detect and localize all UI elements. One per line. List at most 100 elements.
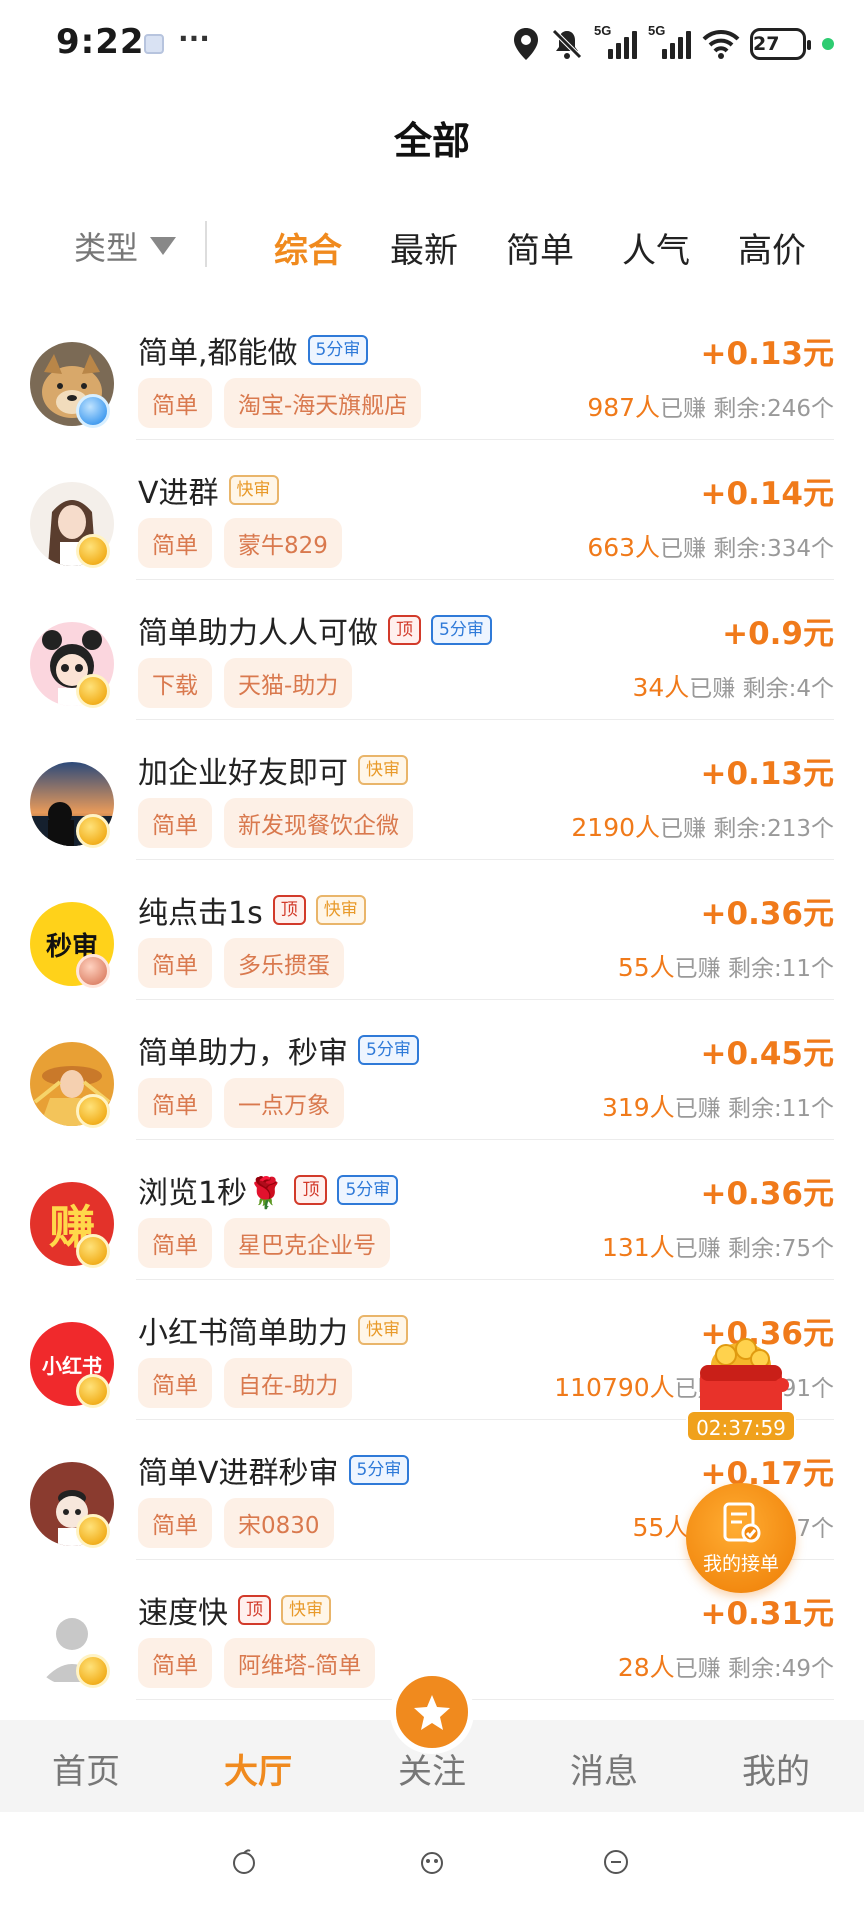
earned-label: 已赚 xyxy=(689,676,736,702)
task-chip: 简单 xyxy=(138,1218,212,1268)
wifi-icon xyxy=(702,29,740,59)
task-reward: +0.31元 xyxy=(700,1596,834,1632)
review-tag: 5分审 xyxy=(358,1035,419,1065)
task-chip: 简单 xyxy=(138,1358,212,1408)
level-badge-icon xyxy=(76,814,110,848)
task-chip: 简单 xyxy=(138,518,212,568)
type-filter-dropdown[interactable]: 类型 xyxy=(74,223,177,269)
nav-hall[interactable]: 大厅 xyxy=(198,1744,318,1793)
task-chips: 简单 多乐掼蛋 xyxy=(138,938,344,988)
task-chip: 简单 xyxy=(138,798,212,848)
task-title-line: 浏览1秒🌹 顶 5分审 xyxy=(138,1168,399,1212)
nav-home[interactable]: 首页 xyxy=(26,1744,146,1793)
task-title: 小红书简单助力 xyxy=(138,1316,348,1351)
sort-tab-simple[interactable]: 简单 xyxy=(506,223,574,272)
task-title-line: V进群 快审 xyxy=(138,468,279,512)
task-stats: 131人已赚 剩余:75个 xyxy=(602,1228,834,1264)
remaining-count: 剩余:49个 xyxy=(727,1656,834,1682)
level-badge-icon xyxy=(76,1234,110,1268)
system-back-icon[interactable] xyxy=(602,1848,630,1876)
task-title-line: 简单助力人人可做顶 5分审 xyxy=(138,608,492,652)
task-chips: 简单 淘宝-海天旗舰店 xyxy=(138,378,422,428)
nav-mine[interactable]: 我的 xyxy=(716,1744,836,1793)
task-row[interactable]: 简单助力人人可做顶 5分审 +0.9元 下载 天猫-助力 34人已赚 剩余:4个 xyxy=(0,580,864,720)
level-badge-icon xyxy=(76,954,110,988)
task-title: 纯点击1s xyxy=(138,896,263,931)
earned-label: 已赚 xyxy=(674,1096,721,1122)
my-orders-label: 我的接单 xyxy=(702,1553,779,1575)
signal-5g-icon: 5G xyxy=(594,23,638,61)
task-chip: 天猫-助力 xyxy=(224,658,353,708)
task-title: 浏览1秒🌹 xyxy=(138,1176,285,1211)
countdown-timer: 02:37:59 xyxy=(686,1410,796,1442)
earned-label: 已赚 xyxy=(674,1236,721,1262)
earned-label: 已赚 xyxy=(674,1656,721,1682)
remaining-count: 剩余:246个 xyxy=(713,396,834,422)
triangle-down-icon xyxy=(150,237,177,255)
task-reward: +0.13元 xyxy=(700,756,834,792)
review-tag: 快审 xyxy=(281,1595,331,1625)
earned-count: 663人 xyxy=(587,533,661,562)
signal-5g-icon: 5G xyxy=(648,23,692,61)
review-tag: 5分审 xyxy=(348,1455,410,1485)
task-stats: 2190人已赚 剩余:213个 xyxy=(571,808,834,844)
task-stats: 34人已赚 剩余:4个 xyxy=(632,668,834,704)
level-badge-icon xyxy=(76,1654,110,1688)
divider xyxy=(205,221,207,267)
sort-tab-popular[interactable]: 人气 xyxy=(622,223,690,272)
task-chip: 星巴克企业号 xyxy=(224,1218,390,1268)
task-title: V进群 xyxy=(138,476,219,511)
nav-messages[interactable]: 消息 xyxy=(544,1744,664,1793)
task-chip: 简单 xyxy=(138,1638,212,1688)
system-app-icon[interactable] xyxy=(230,1848,258,1876)
task-chip: 阿维塔-简单 xyxy=(224,1638,376,1688)
task-chips: 简单 宋0830 xyxy=(138,1498,334,1548)
review-tag: 快审 xyxy=(315,895,366,925)
level-badge-icon xyxy=(76,1514,110,1548)
task-row[interactable]: 简单助力，秒审 5分审 +0.45元 简单 一点万象 319人已赚 剩余:11个 xyxy=(0,1000,864,1140)
system-home-icon[interactable] xyxy=(418,1848,446,1876)
task-title-line: 简单V进群秒审 5分审 xyxy=(138,1448,410,1492)
task-chip: 简单 xyxy=(138,378,212,428)
mute-icon xyxy=(550,27,584,61)
sort-tab-newest[interactable]: 最新 xyxy=(390,223,458,272)
task-row[interactable]: 简单,都能做 5分审 +0.13元 简单 淘宝-海天旗舰店 987人已赚 剩余:246个 xyxy=(0,300,864,440)
level-badge-icon xyxy=(76,1094,110,1128)
more-notifications-icon: ··· xyxy=(178,22,210,55)
task-reward: +0.14元 xyxy=(700,476,834,512)
earned-count: 319人 xyxy=(601,1093,675,1122)
task-row[interactable]: 秒审 纯点击1s 顶快审 +0.36元 简单 多乐掼蛋 55人已赚 剩余:11个 xyxy=(0,860,864,1000)
task-reward: +0.13元 xyxy=(700,336,834,372)
review-tag: 顶 xyxy=(294,1175,328,1205)
task-title: 加企业好友即可 xyxy=(138,756,348,791)
task-reward: +0.45元 xyxy=(700,1036,834,1072)
status-bar: 9:22 ··· 5G 5G 27 xyxy=(0,0,864,86)
task-title: 简单助力人人可做 xyxy=(138,616,378,651)
clipboard-check-icon xyxy=(723,1502,761,1543)
my-orders-button[interactable]: 我的接单 xyxy=(686,1483,796,1593)
earned-count: 28人 xyxy=(617,1653,675,1682)
task-chip: 新发现餐饮企微 xyxy=(224,798,413,848)
status-time: 9:22 xyxy=(56,22,145,62)
task-chips: 简单 自在-助力 xyxy=(138,1358,353,1408)
earned-count: 34人 xyxy=(632,673,690,702)
earned-label: 已赚 xyxy=(674,956,721,982)
sort-tab-comprehensive[interactable]: 综合 xyxy=(274,223,342,272)
remaining-count: 剩余:213个 xyxy=(713,816,834,842)
task-chips: 简单 新发现餐饮企微 xyxy=(138,798,413,848)
review-tag: 顶 xyxy=(238,1595,271,1625)
task-stats: 987人已赚 剩余:246个 xyxy=(587,388,834,424)
earned-count: 55人 xyxy=(617,953,675,982)
task-chip: 自在-助力 xyxy=(224,1358,353,1408)
task-stats: 319人已赚 剩余:11个 xyxy=(602,1088,834,1124)
sort-tab-high-price[interactable]: 高价 xyxy=(738,223,806,272)
level-badge-icon xyxy=(76,394,110,428)
task-chips: 简单 阿维塔-简单 xyxy=(138,1638,376,1688)
task-row[interactable]: 加企业好友即可 快审 +0.13元 简单 新发现餐饮企微 2190人已赚 剩余:213个 xyxy=(0,720,864,860)
task-row[interactable]: 赚浏览1秒🌹 顶 5分审 +0.36元 简单 星巴克企业号 131人已赚 剩余:75个 xyxy=(0,1140,864,1280)
app-notification-icon xyxy=(144,34,164,54)
task-chips: 简单 星巴克企业号 xyxy=(138,1218,390,1268)
task-row[interactable]: V进群 快审 +0.14元 简单 蒙牛829 663人已赚 剩余:334个 xyxy=(0,440,864,580)
task-stats: 663人已赚 剩余:334个 xyxy=(587,528,834,564)
star-icon[interactable] xyxy=(390,1670,474,1754)
